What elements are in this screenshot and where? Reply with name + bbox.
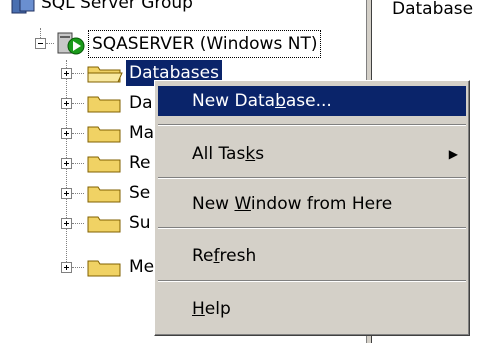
tree-node-label: Se bbox=[129, 183, 151, 203]
menu-item-accelerator: b bbox=[275, 91, 286, 111]
tree-line bbox=[72, 223, 84, 224]
folder-icon bbox=[87, 156, 121, 173]
menu-item-all-tasks[interactable]: All Tasks ▶ bbox=[158, 139, 466, 169]
expand-toggle[interactable] bbox=[61, 262, 72, 273]
menu-item-text: All Tas bbox=[192, 144, 246, 164]
submenu-arrow-icon: ▶ bbox=[448, 147, 458, 161]
expand-toggle[interactable] bbox=[61, 68, 72, 79]
menu-item-text: New bbox=[192, 194, 235, 214]
menu-item-accelerator: H bbox=[192, 299, 205, 319]
menu-item-accelerator: W bbox=[234, 194, 251, 214]
expand-toggle[interactable] bbox=[61, 128, 72, 139]
menu-separator bbox=[158, 280, 466, 282]
folder-icon bbox=[87, 186, 121, 203]
tree-node-label: Da bbox=[129, 93, 153, 113]
menu-item-text: New Data bbox=[192, 91, 276, 111]
expand-toggle[interactable] bbox=[61, 158, 72, 169]
menu-item-help[interactable]: Help bbox=[158, 294, 466, 324]
menu-separator bbox=[158, 124, 466, 126]
tree-line bbox=[40, 28, 41, 38]
details-header: Database bbox=[392, 0, 474, 19]
menu-item-text: indow from Here bbox=[250, 194, 393, 214]
folder-open-icon bbox=[87, 66, 123, 83]
tree-node-label: Su bbox=[129, 213, 151, 233]
expand-toggle[interactable] bbox=[61, 188, 72, 199]
expand-toggle[interactable] bbox=[61, 218, 72, 229]
menu-item-new-database[interactable]: New Database... bbox=[158, 86, 466, 116]
menu-item-text: s bbox=[255, 144, 265, 164]
menu-item-text: ase... bbox=[285, 91, 332, 111]
context-menu: New Database... All Tasks ▶ New Window f… bbox=[154, 80, 470, 336]
tree-line bbox=[72, 103, 84, 104]
folder-icon bbox=[87, 96, 121, 113]
menu-item-text: elp bbox=[204, 299, 231, 319]
menu-item-text: Re bbox=[192, 246, 214, 266]
collapse-toggle[interactable] bbox=[35, 38, 46, 49]
tree-line bbox=[72, 73, 84, 74]
server-running-icon bbox=[57, 32, 85, 55]
folder-icon bbox=[87, 260, 121, 277]
folder-icon bbox=[87, 216, 121, 233]
tree-line bbox=[72, 163, 84, 164]
tree-node-label: SQL Server Group bbox=[41, 0, 193, 13]
tree-line bbox=[72, 133, 84, 134]
tree-node-label: Re bbox=[129, 153, 151, 173]
expand-toggle[interactable] bbox=[61, 98, 72, 109]
tree-line bbox=[72, 267, 84, 268]
menu-item-refresh[interactable]: Refresh bbox=[158, 241, 466, 271]
tree-node-label: Me bbox=[129, 257, 155, 277]
menu-item-new-window[interactable]: New Window from Here bbox=[158, 189, 466, 219]
tree-node-label: Ma bbox=[129, 123, 155, 143]
server-group-icon bbox=[11, 0, 35, 14]
folder-icon bbox=[87, 126, 121, 143]
menu-separator bbox=[158, 177, 466, 179]
menu-item-accelerator: k bbox=[245, 144, 256, 164]
tree-line bbox=[72, 193, 84, 194]
tree-line bbox=[46, 43, 54, 44]
tree-node-label: SQASERVER (Windows NT) bbox=[88, 30, 322, 58]
menu-item-text: resh bbox=[219, 246, 257, 266]
menu-separator bbox=[158, 227, 466, 229]
